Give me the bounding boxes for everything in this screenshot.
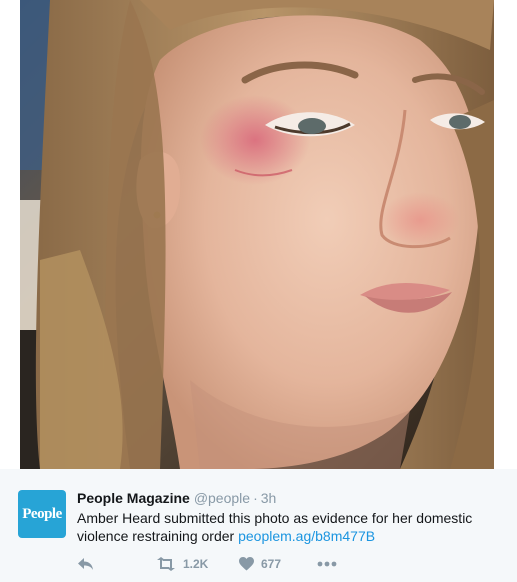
tweet-timestamp[interactable]: 3h (261, 490, 277, 506)
header-separator: · (253, 490, 258, 506)
retweet-icon (157, 557, 175, 571)
tweet-photo[interactable] (20, 0, 494, 469)
tweet-body: Amber Heard submitted this photo as evid… (77, 509, 497, 545)
reply-icon (78, 558, 93, 570)
photo-illustration (20, 0, 494, 469)
like-count: 677 (261, 557, 282, 571)
tweet-card: People People Magazine @people · 3h Amber H… (0, 0, 517, 582)
author-avatar[interactable]: People (18, 490, 66, 538)
more-button[interactable] (317, 561, 337, 567)
retweet-button[interactable]: 1.2K (156, 557, 239, 571)
heart-icon (239, 557, 254, 571)
author-name[interactable]: People Magazine (77, 490, 190, 506)
tweet-link[interactable]: peoplem.ag/b8m477B (238, 528, 375, 544)
tweet-actions: 1.2K 677 (77, 555, 337, 573)
more-dots-icon (317, 561, 337, 567)
tweet-footer: People People Magazine @people · 3h Amber H… (0, 469, 517, 582)
like-button[interactable]: 677 (239, 557, 317, 571)
tweet-header: People Magazine @people · 3h (77, 489, 497, 507)
retweet-count: 1.2K (183, 557, 209, 571)
avatar-logo-text: People (22, 505, 62, 522)
author-handle[interactable]: @people (194, 490, 250, 506)
photo-frame (0, 0, 517, 469)
reply-button[interactable] (77, 557, 156, 571)
